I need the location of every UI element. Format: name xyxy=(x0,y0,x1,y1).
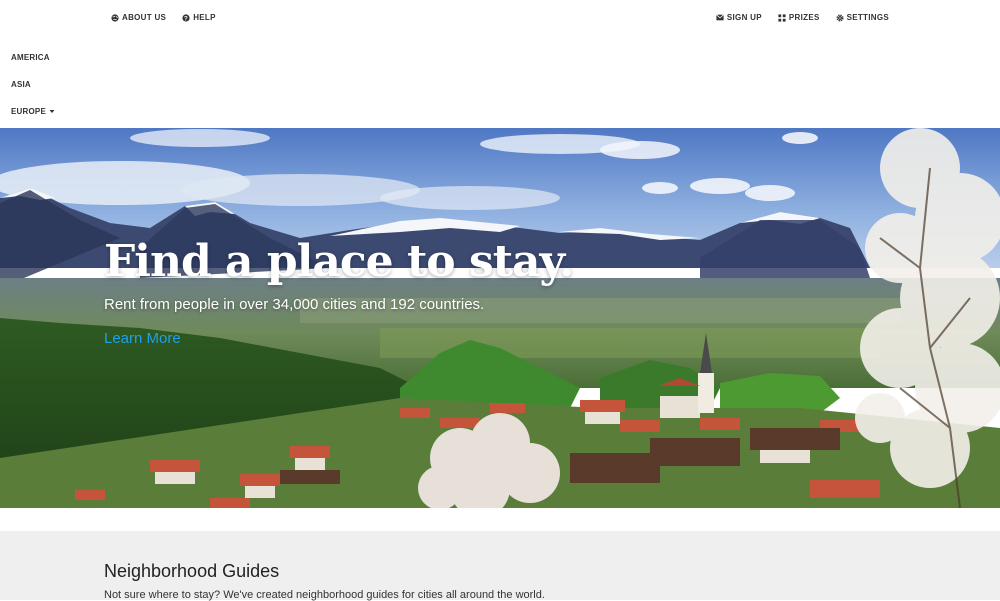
hero-title: Find a place to stay. xyxy=(104,236,574,287)
nav-settings-label: SETTINGS xyxy=(846,13,889,22)
region-item-asia[interactable]: ASIA xyxy=(11,80,55,107)
nav-prizes-label: PRIZES xyxy=(788,13,820,22)
region-list: AMERICA ASIA EUROPE xyxy=(11,53,55,134)
nav-right: SIGN UP PRIZES SETTINGS xyxy=(716,13,889,22)
nav-sign-up-label: SIGN UP xyxy=(726,13,762,22)
nav-settings[interactable]: SETTINGS xyxy=(836,13,889,22)
nav-about-us-label: ABOUT US xyxy=(122,13,167,22)
section-description: Not sure where to stay? We've created ne… xyxy=(104,589,545,601)
envelope-icon xyxy=(716,14,724,21)
region-item-america[interactable]: AMERICA xyxy=(11,53,55,80)
svg-text:?: ? xyxy=(184,15,188,22)
nav-help[interactable]: ? HELP xyxy=(182,13,216,22)
grid-icon xyxy=(778,13,786,22)
hero-subtitle: Rent from people in over 34,000 cities a… xyxy=(104,296,485,313)
top-nav: ABOUT US ? HELP SIGN UP PRIZES SETTINGS xyxy=(0,0,1000,36)
region-label: AMERICA xyxy=(11,53,50,62)
nav-help-label: HELP xyxy=(193,13,216,22)
gear-icon xyxy=(836,13,844,22)
region-label: ASIA xyxy=(11,80,31,89)
hero-banner: Find a place to stay. Rent from people i… xyxy=(0,128,1000,508)
region-label: EUROPE xyxy=(11,107,46,116)
learn-more-link[interactable]: Learn More xyxy=(104,330,181,347)
section-title: Neighborhood Guides xyxy=(104,561,280,581)
nav-prizes[interactable]: PRIZES xyxy=(778,13,820,22)
hero-landscape-image xyxy=(0,128,1000,508)
neighborhood-guides-section: Neighborhood Guides Not sure where to st… xyxy=(0,531,1000,601)
globe-icon xyxy=(111,13,119,22)
nav-sign-up[interactable]: SIGN UP xyxy=(716,13,762,22)
nav-about-us[interactable]: ABOUT US xyxy=(111,13,166,22)
question-icon: ? xyxy=(182,13,190,22)
caret-down-icon xyxy=(49,107,55,117)
nav-left: ABOUT US ? HELP xyxy=(111,13,216,22)
